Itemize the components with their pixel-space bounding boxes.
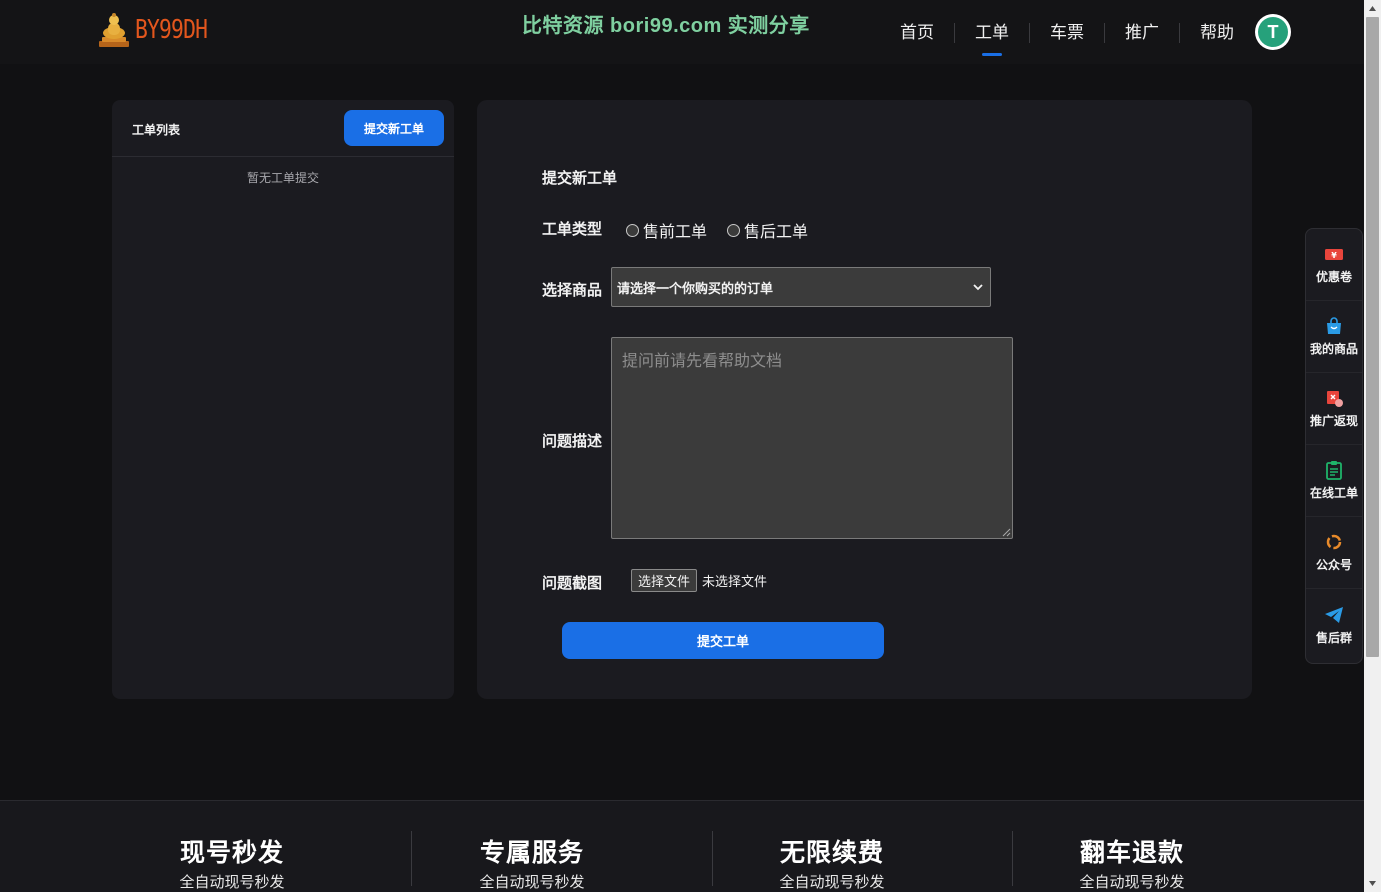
ticket-type-radio-group: 售前工单 售后工单 (626, 218, 828, 242)
feature-subtitle: 全自动现号秒发 (479, 874, 585, 891)
float-online-ticket[interactable]: 在线工单 (1306, 445, 1362, 517)
nav-tickets-bus[interactable]: 车票 (1030, 20, 1104, 46)
top-header: BY99DH 比特资源 bori99.com 实测分享 首页 工单 车票 推广 … (0, 0, 1364, 64)
file-status-text: 未选择文件 (702, 574, 768, 589)
screenshot-label: 问题截图 (542, 575, 603, 592)
feature-item: 无限续费 全自动现号秒发 (682, 801, 982, 892)
ticket-type-label: 工单类型 (542, 221, 603, 238)
float-label: 我的商品 (1309, 342, 1358, 356)
float-label: 推广返现 (1309, 414, 1358, 428)
scroll-up-arrow-icon[interactable] (1364, 0, 1381, 17)
radio-button[interactable] (727, 223, 741, 237)
wechat-official-icon (1326, 534, 1342, 550)
tether-icon: T (1258, 17, 1288, 47)
logo-text: BY99DH (135, 15, 208, 45)
clipboard-icon (1326, 461, 1342, 480)
float-referral[interactable]: 推广返现 (1306, 373, 1362, 445)
ticket-list-header: 工单列表 提交新工单 (112, 100, 454, 157)
nav-help[interactable]: 帮助 (1180, 20, 1254, 46)
float-label: 在线工单 (1309, 486, 1358, 500)
ticket-form-panel: 提交新工单 工单类型 售前工单 售后工单 选择商品 请选择一个你购买的的订单 问… (477, 100, 1252, 699)
coupon-icon: ¥ (1325, 249, 1343, 260)
feature-subtitle: 全自动现号秒发 (1079, 874, 1185, 891)
feature-item: 专属服务 全自动现号秒发 (382, 801, 682, 892)
file-upload: 选择文件 未选择文件 (631, 569, 767, 592)
nav-tickets[interactable]: 工单 (955, 20, 1029, 56)
product-label: 选择商品 (542, 282, 603, 299)
feature-subtitle: 全自动现号秒发 (179, 874, 285, 891)
choose-file-button[interactable]: 选择文件 (631, 569, 698, 592)
float-coupon[interactable]: ¥ 优惠卷 (1306, 229, 1362, 301)
chevron-down-icon (973, 284, 983, 291)
feature-title: 翻车退款 (1079, 839, 1184, 867)
radio-aftersale[interactable]: 售后工单 (727, 218, 808, 242)
gift-icon (1327, 391, 1343, 407)
main-nav: 首页 工单 车票 推广 帮助 (880, 20, 1254, 56)
float-label: 公众号 (1315, 558, 1352, 572)
submit-ticket-button[interactable]: 提交工单 (562, 622, 884, 659)
feature-title: 无限续费 (779, 839, 884, 867)
resize-grip-icon[interactable] (1002, 528, 1011, 537)
footer-features: 现号秒发 全自动现号秒发 专属服务 全自动现号秒发 无限续费 全自动现号秒发 翻… (0, 800, 1364, 892)
radio-presale[interactable]: 售前工单 (626, 218, 707, 242)
feature-subtitle: 全自动现号秒发 (779, 874, 885, 891)
buddha-logo-icon (99, 13, 129, 47)
description-textarea[interactable]: 提问前请先看帮助文档 (611, 337, 1013, 539)
ticket-list-title: 工单列表 (132, 123, 181, 137)
nav-home[interactable]: 首页 (880, 20, 954, 46)
float-label: 优惠卷 (1315, 270, 1352, 284)
product-select-value: 请选择一个你购买的的订单 (617, 280, 774, 296)
float-support-group[interactable]: 售后群 (1306, 589, 1362, 661)
floating-side-menu: ¥ 优惠卷 我的商品 推广返现 在线工单 公众号 售后群 (1305, 228, 1363, 664)
float-my-products[interactable]: 我的商品 (1306, 301, 1362, 373)
new-ticket-button[interactable]: 提交新工单 (344, 110, 444, 146)
scrollbar-thumb[interactable] (1366, 17, 1379, 657)
vertical-scrollbar[interactable] (1364, 0, 1381, 892)
form-title: 提交新工单 (542, 170, 618, 187)
promo-banner: 比特资源 bori99.com 实测分享 (522, 15, 810, 37)
feature-title: 现号秒发 (179, 839, 284, 867)
scroll-down-arrow-icon[interactable] (1364, 875, 1381, 892)
product-select[interactable]: 请选择一个你购买的的订单 (611, 267, 991, 307)
ticket-list-panel: 工单列表 提交新工单 暂无工单提交 (112, 100, 454, 699)
float-label: 售后群 (1315, 630, 1352, 645)
nav-promotion[interactable]: 推广 (1105, 20, 1179, 46)
svg-text:¥: ¥ (1331, 251, 1337, 260)
description-label: 问题描述 (542, 433, 603, 450)
feature-item: 现号秒发 全自动现号秒发 (82, 801, 382, 892)
telegram-icon (1325, 606, 1343, 623)
radio-label: 售后工单 (744, 224, 809, 241)
radio-button[interactable] (626, 223, 639, 237)
feature-title: 专属服务 (479, 839, 584, 867)
user-avatar[interactable]: T (1255, 14, 1291, 50)
feature-item: 翻车退款 全自动现号秒发 (982, 801, 1282, 892)
float-official-account[interactable]: 公众号 (1306, 517, 1362, 589)
empty-state-text: 暂无工单提交 (246, 171, 319, 185)
description-placeholder: 提问前请先看帮助文档 (622, 353, 783, 370)
site-logo[interactable]: BY99DH (95, 10, 223, 50)
radio-label: 售前工单 (643, 224, 708, 241)
shopping-bag-icon (1327, 317, 1341, 334)
